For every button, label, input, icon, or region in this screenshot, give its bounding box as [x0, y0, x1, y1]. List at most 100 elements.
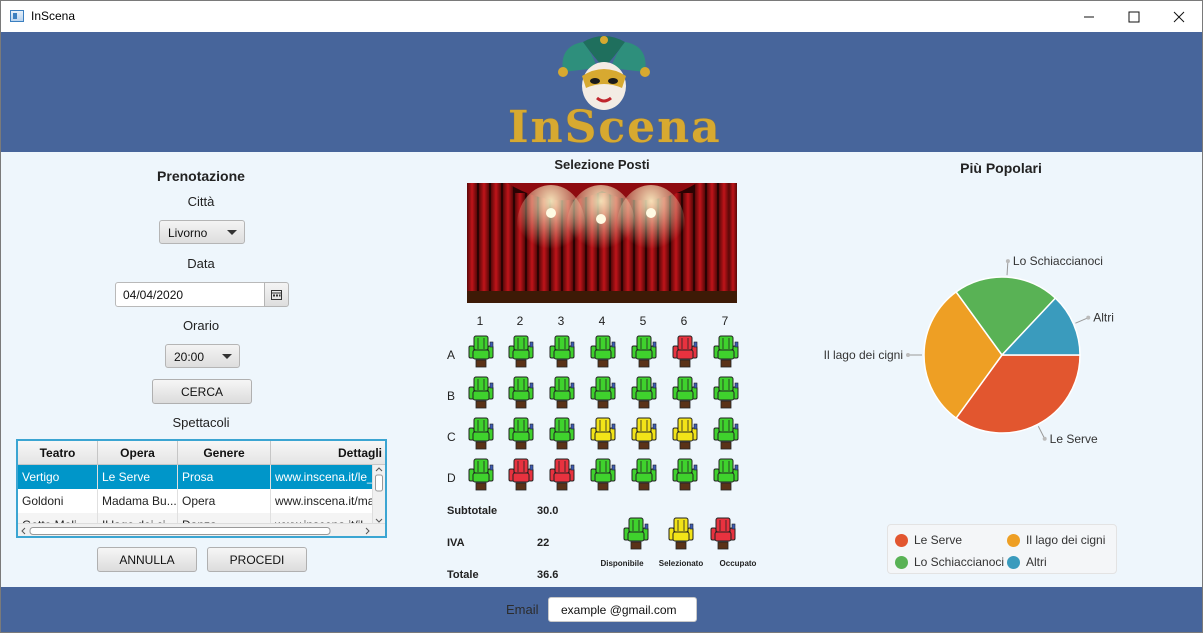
seat-b6[interactable] — [671, 375, 699, 411]
email-field[interactable]: example @gmail.com — [548, 597, 697, 622]
seat-a6 — [671, 334, 699, 370]
vertical-scrollbar[interactable] — [372, 465, 385, 525]
table-cell: Vertigo — [18, 465, 98, 489]
app-window: InScena InScena Prenotazione Città Livor… — [0, 0, 1203, 633]
stage-image — [467, 183, 737, 303]
seat-a3[interactable] — [548, 334, 576, 370]
seat-b3[interactable] — [548, 375, 576, 411]
horizontal-scroll-icon — [21, 527, 370, 535]
legend-seat-occupied-icon — [709, 516, 737, 552]
column-header-genre[interactable]: Genere — [178, 441, 271, 464]
pie-label-dot — [906, 353, 910, 357]
seat-row-d: D — [447, 471, 456, 485]
legend-seat-selected-icon — [667, 516, 695, 552]
seat-b4[interactable] — [589, 375, 617, 411]
pie-label: Altri — [1093, 311, 1114, 325]
seat-a1[interactable] — [467, 334, 495, 370]
seat-a7[interactable] — [712, 334, 740, 370]
close-button[interactable] — [1156, 1, 1202, 32]
calendar-icon — [271, 289, 282, 300]
seat-b7[interactable] — [712, 375, 740, 411]
seat-c2[interactable] — [507, 416, 535, 452]
time-select[interactable]: 20:00 — [165, 344, 240, 368]
seat-row-c: C — [447, 430, 456, 444]
scroll-arrows-icon — [375, 467, 383, 523]
proceed-button[interactable]: PROCEDI — [207, 547, 307, 572]
title-bar: InScena — [1, 1, 1202, 32]
table-row[interactable]: Vertigo Le Serve Prosa www.inscena.it/le… — [18, 465, 374, 489]
pie-label-line — [1075, 317, 1089, 324]
seat-b1[interactable] — [467, 375, 495, 411]
column-header-opera[interactable]: Opera — [98, 441, 178, 464]
maximize-button[interactable] — [1111, 1, 1157, 32]
seat-a4[interactable] — [589, 334, 617, 370]
seat-c6[interactable] — [671, 416, 699, 452]
legend-item: Il lago dei cigni — [1026, 533, 1106, 547]
seat-column-2: 2 — [516, 314, 524, 328]
seat-d5[interactable] — [630, 457, 658, 493]
maximize-icon — [1128, 11, 1140, 22]
seat-b5[interactable] — [630, 375, 658, 411]
seat-a2[interactable] — [507, 334, 535, 370]
seat-column-7: 7 — [721, 314, 729, 328]
seat-d7[interactable] — [712, 457, 740, 493]
seat-column-6: 6 — [680, 314, 688, 328]
shows-table: Teatro Opera Genere Dettagli Vertigo Le … — [16, 439, 387, 538]
seat-row-a: A — [447, 348, 456, 362]
legend-item: Le Serve — [914, 533, 963, 547]
table-row[interactable]: Goldoni Madama Bu... Opera www.inscena.i… — [18, 489, 374, 513]
booking-title: Prenotazione — [157, 168, 245, 184]
legend-dot — [895, 556, 908, 569]
seat-d2 — [507, 457, 535, 493]
minimize-button[interactable] — [1066, 1, 1112, 32]
subtotal-label: Subtotale — [447, 505, 498, 517]
table-cell: Le Serve — [98, 465, 178, 489]
seat-d6[interactable] — [671, 457, 699, 493]
table-cell: Madama Bu... — [98, 489, 178, 513]
seat-c3[interactable] — [548, 416, 576, 452]
seat-c1[interactable] — [467, 416, 495, 452]
popularity-pie-chart: Le Serve Il lago dei cigni Lo Schiaccianoc… — [824, 254, 1114, 446]
cancel-button[interactable]: ANNULLA — [97, 547, 197, 572]
date-label: Data — [187, 256, 215, 271]
close-icon — [1173, 11, 1185, 22]
seat-c4[interactable] — [589, 416, 617, 452]
seat-d4[interactable] — [589, 457, 617, 493]
total-label: Totale — [447, 569, 479, 581]
minimize-icon — [1084, 16, 1094, 17]
seat-b2[interactable] — [507, 375, 535, 411]
calendar-button[interactable] — [264, 282, 289, 307]
seat-a5[interactable] — [630, 334, 658, 370]
city-label: Città — [187, 194, 215, 209]
legend-dot — [1007, 534, 1020, 547]
date-field[interactable]: 04/04/2020 — [115, 282, 265, 307]
app-icon — [10, 10, 24, 22]
seat-row-b: B — [447, 389, 456, 403]
time-select-value: 20:00 — [174, 350, 205, 364]
table-cell: Goldoni — [18, 489, 98, 513]
column-header-theater[interactable]: Teatro — [18, 441, 98, 464]
stage-curtain-icon — [467, 183, 737, 303]
seat-c5[interactable] — [630, 416, 658, 452]
main-content: Prenotazione Città Livorno Data 04/04/20… — [1, 152, 1202, 587]
pie-label-line — [1006, 261, 1009, 276]
search-button[interactable]: CERCA — [152, 379, 252, 404]
chevron-down-icon — [227, 230, 237, 235]
pie-label-dot — [1042, 436, 1047, 441]
email-label: Email — [506, 602, 539, 617]
seat-c7[interactable] — [712, 416, 740, 452]
subtotal-value: 30.0 — [537, 505, 559, 517]
legend-occupied-label: Occupato — [719, 559, 757, 568]
total-value: 36.6 — [537, 569, 559, 581]
vat-label: IVA — [447, 537, 465, 549]
seat-column-3: 3 — [557, 314, 565, 328]
table-cell: Prosa — [178, 465, 271, 489]
time-label: Orario — [182, 318, 220, 333]
table-cell: www.inscena.it/ma — [271, 489, 374, 513]
city-select-value: Livorno — [168, 226, 208, 240]
horizontal-scrollbar[interactable] — [18, 523, 385, 536]
seat-d1[interactable] — [467, 457, 495, 493]
city-select[interactable]: Livorno — [159, 220, 245, 244]
column-header-details[interactable]: Dettagli — [271, 441, 385, 464]
footer: Email example @gmail.com — [1, 587, 1202, 632]
